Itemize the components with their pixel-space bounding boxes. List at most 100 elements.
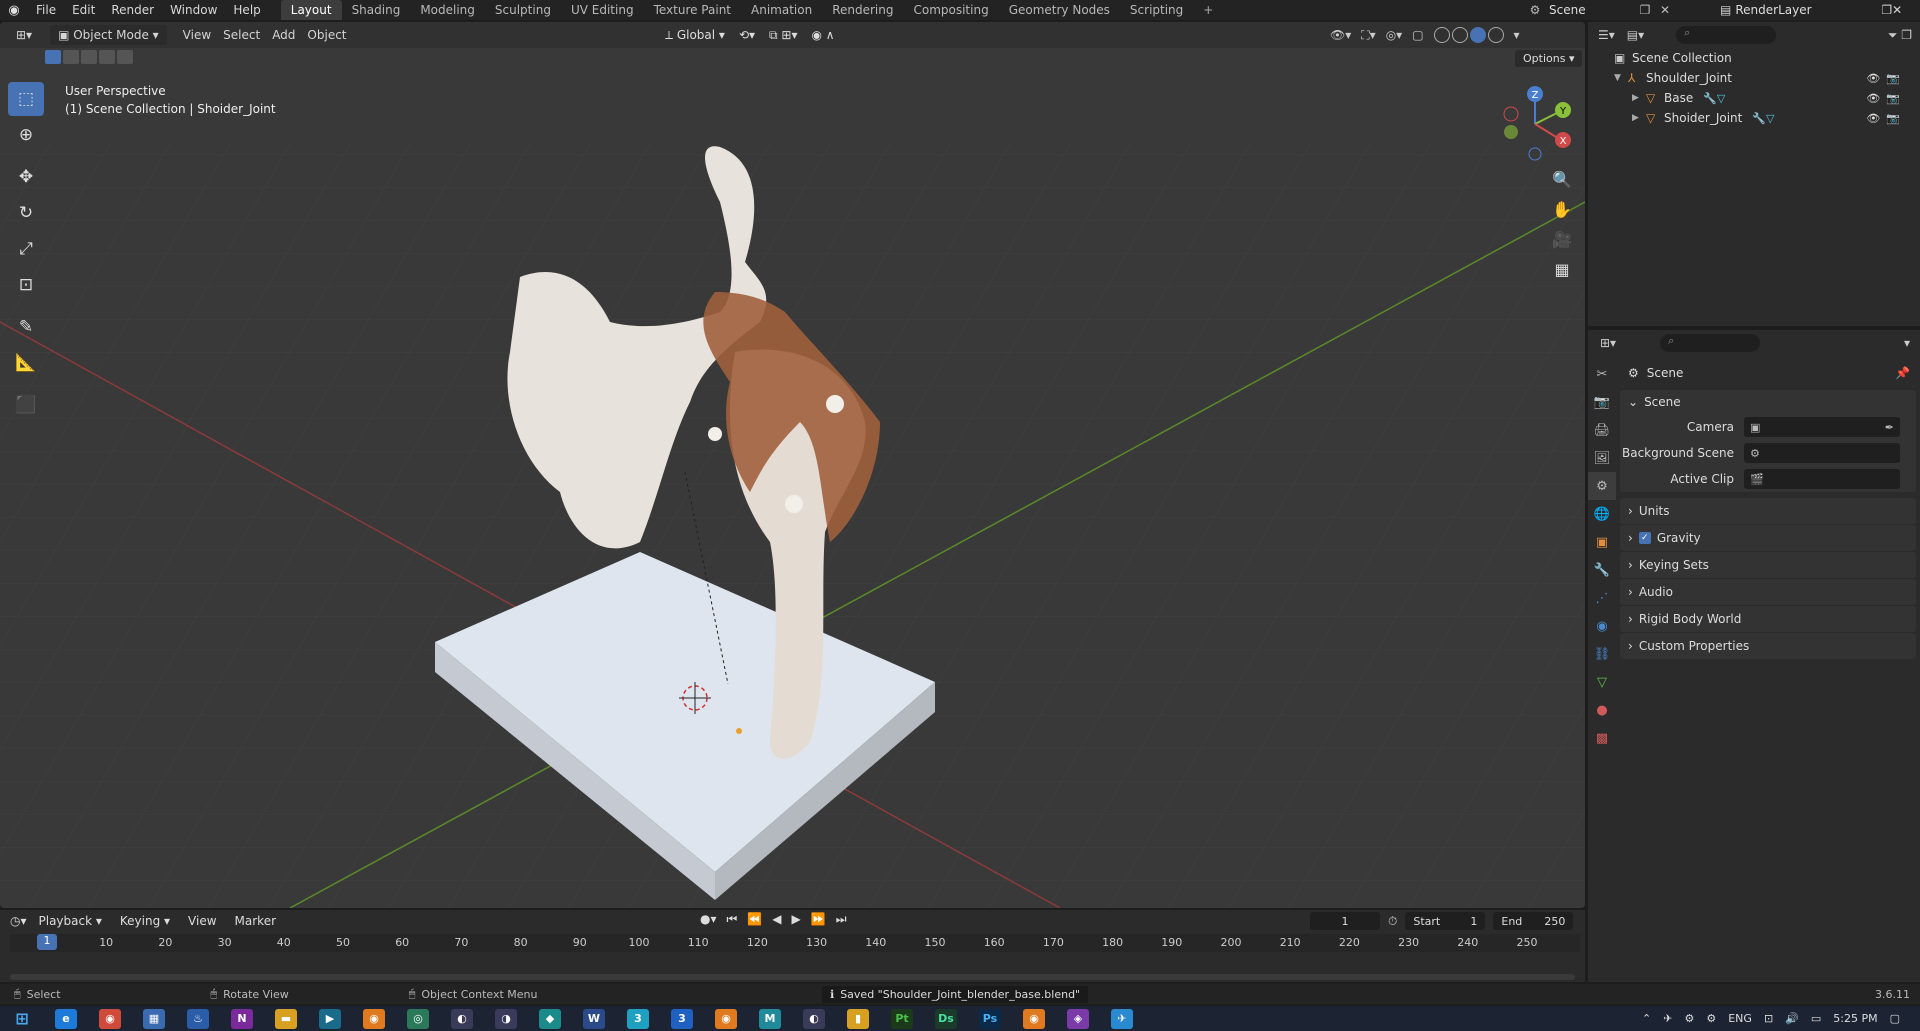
designer-icon[interactable]: Ds (935, 1008, 957, 1029)
tab-texture-paint[interactable]: Texture Paint (644, 0, 741, 20)
constraints-tab-icon[interactable]: ⛓ (1588, 640, 1616, 668)
render-tab-icon[interactable]: 📷 (1588, 388, 1616, 416)
app-icon[interactable]: ◑ (495, 1008, 517, 1029)
select-subtract-icon[interactable] (81, 50, 97, 64)
overlay-toggle-icon[interactable]: ◎▾ (1386, 28, 1403, 42)
tab-scripting[interactable]: Scripting (1120, 0, 1193, 20)
navigation-gizmo[interactable]: Z Y X (1495, 82, 1575, 162)
end-frame-field[interactable]: End 250 (1493, 912, 1574, 930)
object-tab-icon[interactable]: ▣ (1588, 528, 1616, 556)
snap-icon[interactable]: ⧉ ⊞▾ (769, 28, 797, 43)
output-tab-icon[interactable]: 🖨 (1588, 416, 1616, 444)
menu-render[interactable]: Render (103, 0, 162, 20)
jump-start-icon[interactable]: ⏮ (727, 912, 738, 927)
background-scene-field[interactable]: ⚙ (1744, 443, 1900, 463)
menu-file[interactable]: File (28, 0, 64, 20)
current-frame-indicator[interactable]: 1 (37, 934, 57, 950)
tray-arrow-icon[interactable]: ⌃ (1642, 1012, 1651, 1025)
units-panel[interactable]: › Units (1620, 498, 1916, 524)
new-layer-icon[interactable]: ❐ (1881, 3, 1892, 17)
painter-icon[interactable]: Pt (891, 1008, 913, 1029)
menu-help[interactable]: Help (225, 0, 268, 20)
steam-icon[interactable]: ♨ (187, 1008, 209, 1029)
visibility-render-icons[interactable]: 👁📷 (1866, 112, 1906, 125)
timeline-view-menu[interactable]: View (182, 914, 222, 928)
texture-tab-icon[interactable]: ▩ (1588, 724, 1616, 752)
new-scene-icon[interactable]: ❐ (1635, 3, 1655, 17)
rotate-icon[interactable]: ↻ (8, 196, 44, 230)
visibility-render-icons[interactable]: 👁📷 (1866, 72, 1906, 85)
select-extend-icon[interactable] (63, 50, 79, 64)
tab-animation[interactable]: Animation (741, 0, 822, 20)
world-tab-icon[interactable]: 🌐 (1588, 500, 1616, 528)
timeline-scrollbar[interactable] (10, 974, 1575, 980)
calculator-icon[interactable]: ▦ (143, 1008, 165, 1029)
tab-modeling[interactable]: Modeling (410, 0, 485, 20)
scene-tab-icon[interactable]: ⚙ (1588, 472, 1616, 500)
transform-icon[interactable]: ⊡ (8, 268, 44, 302)
app-icon[interactable]: ◎ (407, 1008, 429, 1029)
select-new-icon[interactable] (45, 50, 61, 64)
modifier-mesh-icons[interactable]: 🔧▽ (1752, 112, 1774, 125)
tab-layout[interactable]: Layout (280, 0, 342, 20)
tab-rendering[interactable]: Rendering (822, 0, 903, 20)
physics-tab-icon[interactable]: ◉ (1588, 612, 1616, 640)
select-difference-icon[interactable] (99, 50, 115, 64)
visibility-icon[interactable]: 👁▾ (1330, 28, 1351, 42)
edge-icon[interactable]: e (55, 1008, 77, 1029)
move-icon[interactable]: ✥ (8, 160, 44, 194)
editor-type-icon[interactable]: ⊞▾ (10, 25, 38, 45)
onenote-icon[interactable]: N (231, 1008, 253, 1029)
visibility-render-icons[interactable]: 👁📷 (1866, 92, 1906, 105)
keying-menu[interactable]: Keying ▾ (114, 914, 176, 928)
active-clip-field[interactable]: 🎬 (1744, 469, 1900, 489)
rendered-shading-icon[interactable] (1487, 27, 1504, 43)
properties-editor-icon[interactable]: ⊞▾ (1600, 336, 1616, 350)
modifier-tab-icon[interactable]: 🔧 (1588, 556, 1616, 584)
delete-layer-icon[interactable]: ✕ (1892, 3, 1902, 17)
gravity-panel[interactable]: › ✓ Gravity (1620, 525, 1916, 551)
scene-icon[interactable]: ⚙ (1525, 3, 1545, 17)
blender-logo-icon[interactable]: ◉ (0, 3, 28, 18)
app-icon[interactable]: ◐ (451, 1008, 473, 1029)
tab-shading[interactable]: Shading (342, 0, 411, 20)
jump-end-icon[interactable]: ⏭ (836, 912, 847, 927)
keying-sets-panel[interactable]: › Keying Sets (1620, 552, 1916, 578)
outliner-editor-icon[interactable]: ☰▾ (1598, 28, 1615, 42)
menu-edit[interactable]: Edit (64, 0, 103, 20)
proportional-edit-icon[interactable]: ◉ ∧ (812, 28, 835, 42)
marker-menu[interactable]: Marker (229, 914, 282, 928)
visual-studio-icon[interactable]: ◈ (1067, 1008, 1089, 1029)
gravity-checkbox[interactable]: ✓ (1638, 532, 1651, 544)
frame-ruler[interactable]: 1102030405060708090100110120130140150160… (10, 934, 1580, 952)
app-icon[interactable]: ◆ (539, 1008, 561, 1029)
tab-uv-editing[interactable]: UV Editing (561, 0, 644, 20)
custom-properties-panel[interactable]: › Custom Properties (1620, 633, 1916, 659)
gizmo-neg-x-icon[interactable] (1503, 106, 1519, 122)
blender-active-icon[interactable]: ◉ (1023, 1008, 1045, 1029)
blender-taskbar-icon[interactable]: ◉ (363, 1008, 385, 1029)
word-icon[interactable]: W (583, 1008, 605, 1029)
battery-icon[interactable]: ▭ (1811, 1012, 1821, 1025)
blender-alt-icon[interactable]: ◉ (715, 1008, 737, 1029)
display-mode-icon[interactable]: ▤▾ (1627, 28, 1644, 42)
outliner-row-scene-collection[interactable]: ▣ Scene Collection (1588, 48, 1920, 68)
solid-shading-icon[interactable] (1451, 27, 1468, 43)
expand-arrow-icon[interactable]: ▼ (1614, 73, 1628, 83)
terminal-icon[interactable]: ▶ (319, 1008, 341, 1029)
gizmo-neg-z-icon[interactable] (1528, 147, 1542, 161)
viewport-menu-object[interactable]: Object (301, 25, 352, 45)
eyedropper-icon[interactable]: ✒ (1885, 421, 1894, 434)
clock-icon[interactable]: ⏱ (1388, 914, 1397, 929)
play-reverse-icon[interactable]: ◀ (772, 912, 781, 927)
gizmo-neg-y-icon[interactable] (1504, 125, 1518, 139)
outliner-row-shoulder-joint[interactable]: ▼ ⅄ Shoulder_Joint 👁📷 (1588, 68, 1920, 88)
clock-label[interactable]: 5:25 PM (1833, 1012, 1877, 1025)
tab-sculpting[interactable]: Sculpting (485, 0, 561, 20)
scene-name-field[interactable]: Scene (1545, 3, 1635, 17)
volume-icon[interactable]: 🔊 (1785, 1012, 1799, 1025)
viewport-menu-view[interactable]: View (177, 25, 217, 45)
select-intersect-icon[interactable] (117, 50, 133, 64)
windows-start-icon[interactable]: ⊞ (11, 1009, 33, 1029)
outliner-search-input[interactable]: ⌕ (1676, 26, 1777, 44)
